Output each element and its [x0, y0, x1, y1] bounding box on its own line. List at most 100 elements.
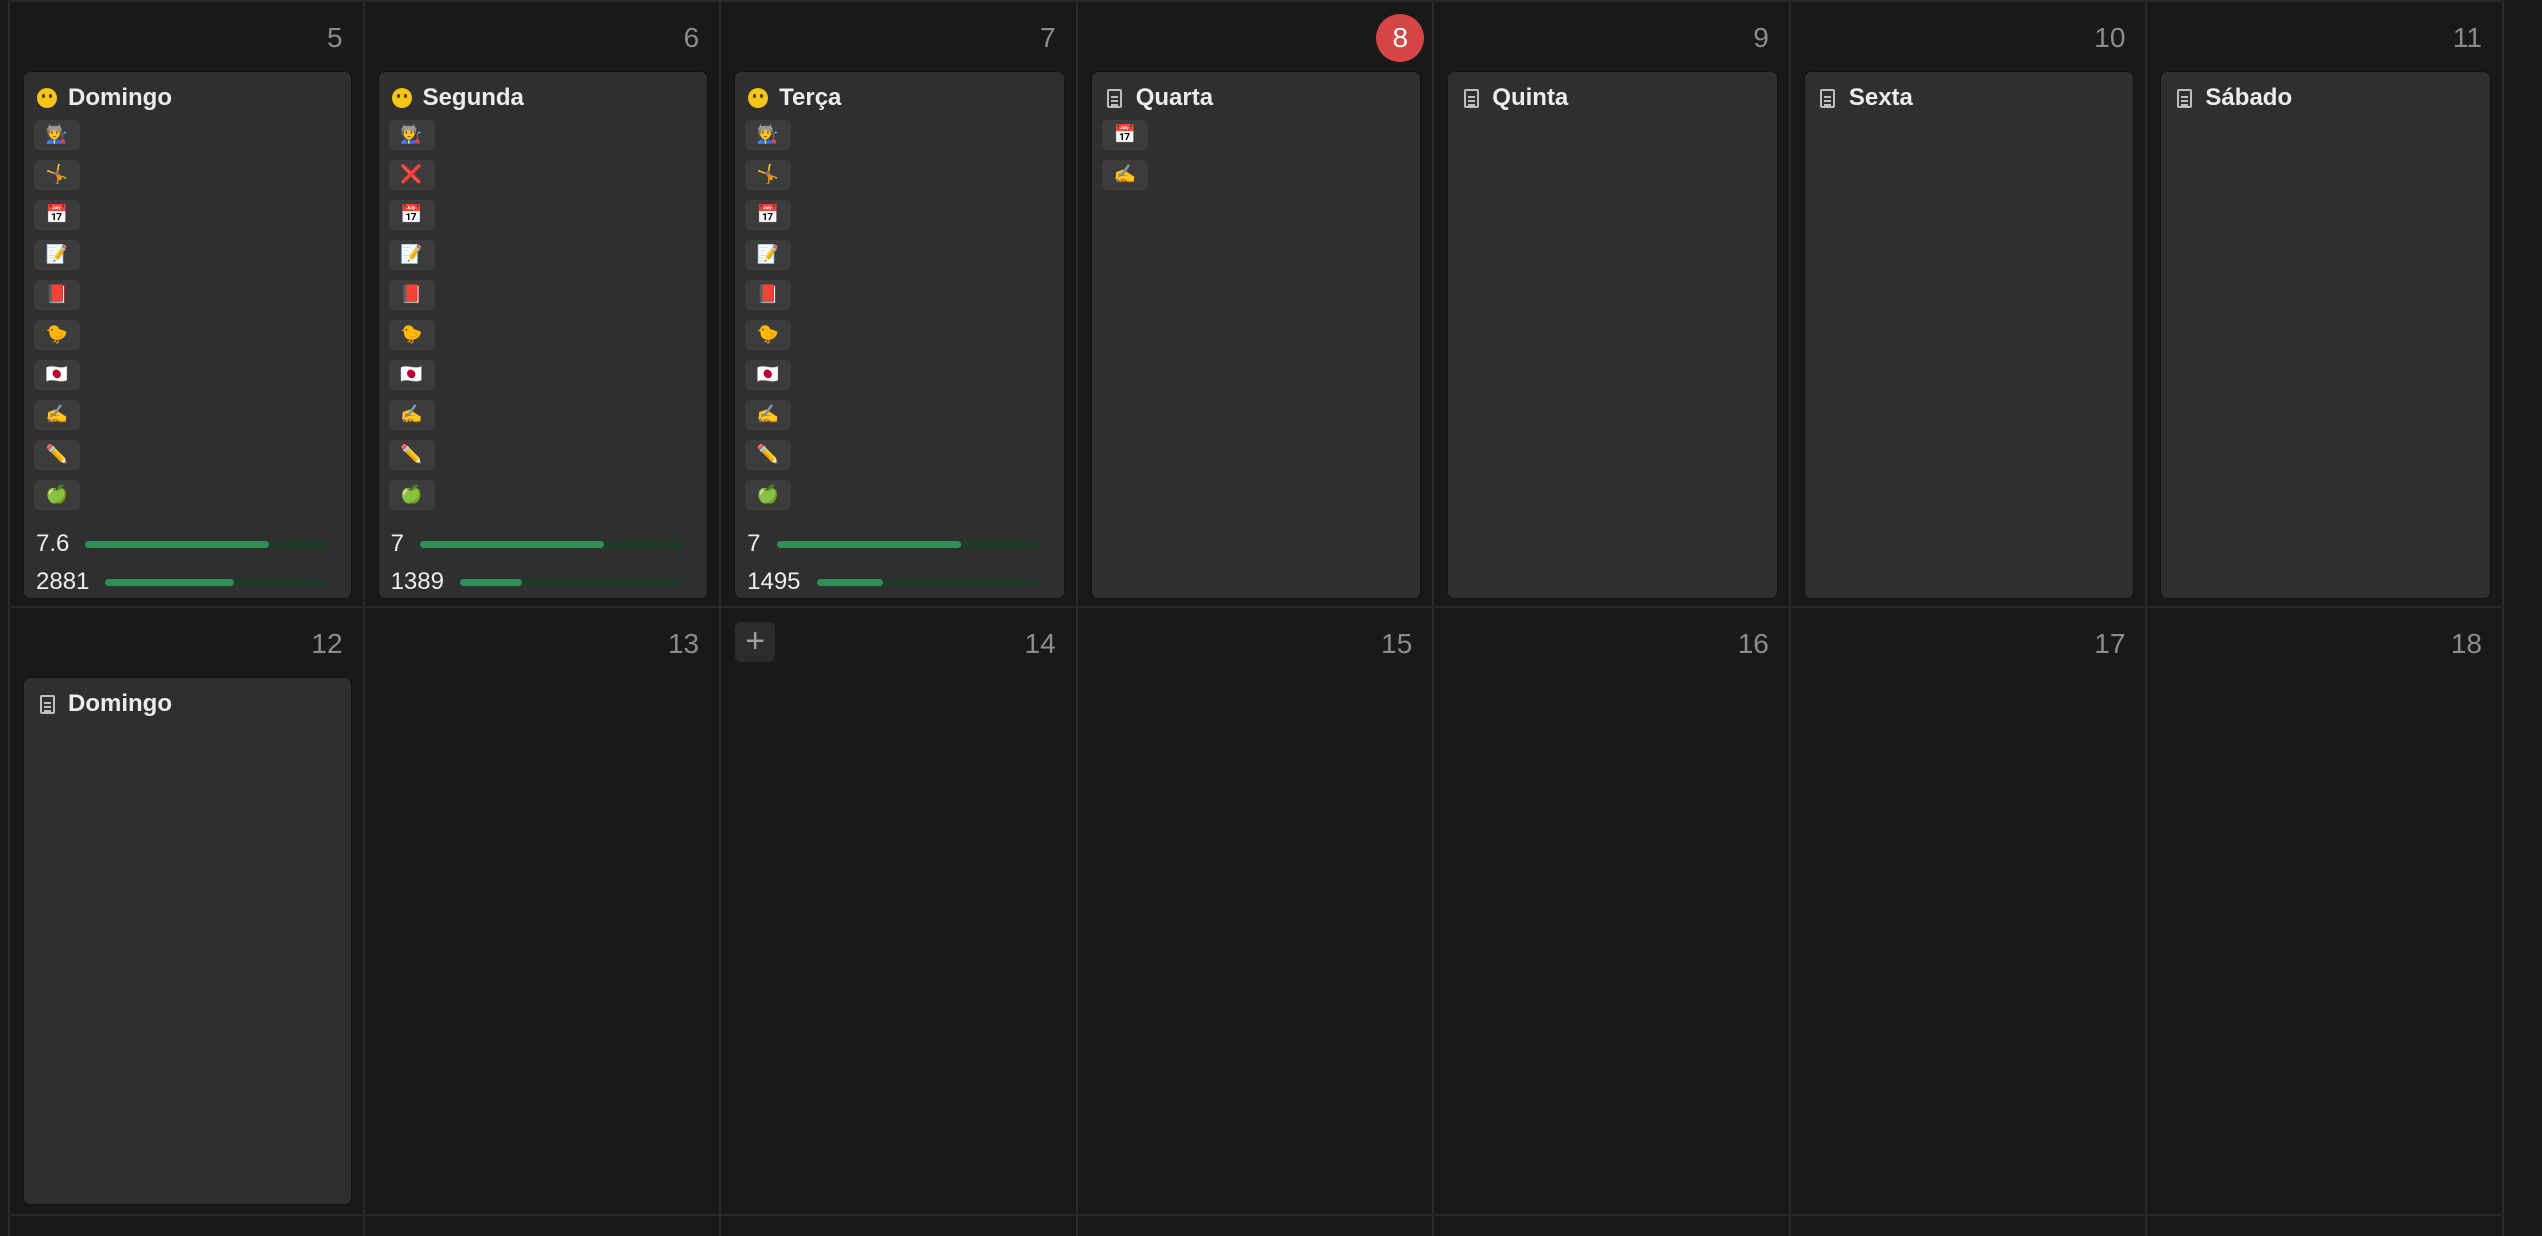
property-tag: ✍️ [1101, 160, 1148, 190]
card-title-text: Segunda [422, 84, 524, 111]
card-title[interactable]: Quarta [1092, 72, 1421, 114]
card-title[interactable]: Domingo [24, 678, 351, 720]
day-number: 17 [2094, 628, 2126, 659]
card-title[interactable]: Sexta [1805, 72, 2134, 114]
tag-list: 🧑‍🏭 ❌ 📅 📝 📕 🐤 🇯🇵 ✍️ ✏️ 🍏 [379, 114, 708, 510]
day-cell[interactable]: 17 [1790, 608, 2148, 1216]
day-cell[interactable] [1434, 1216, 1791, 1236]
day-cell[interactable]: 8 Quarta 📅 ✍️ [1077, 0, 1435, 608]
metric-value: 2881 [36, 568, 90, 595]
property-tag: 🧑‍🏭 [388, 120, 435, 150]
day-number: 5 [326, 22, 343, 53]
day-cell[interactable] [8, 1216, 365, 1236]
property-tag: 🇯🇵 [34, 360, 80, 390]
property-tag: 📕 [388, 280, 435, 310]
calendar-page-card[interactable]: Sexta [1804, 72, 2134, 598]
card-title[interactable]: Domingo [24, 72, 351, 114]
day-number: 10 [2094, 22, 2126, 53]
property-tag: 🤸 [745, 160, 792, 190]
calendar-page-card[interactable]: Terça 🧑‍🏭 🤸 📅 📝 📕 🐤 🇯🇵 ✍️ ✏️ 🍏 7 1495 [735, 72, 1064, 598]
day-cell[interactable]: 10 Sexta [1790, 0, 2148, 608]
property-tag: 🤸 [34, 160, 80, 190]
card-title-text: Domingo [68, 84, 172, 111]
metric-value: 1495 [747, 568, 801, 595]
card-title-text: Domingo [68, 690, 172, 717]
day-cell[interactable] [721, 1216, 1078, 1236]
progress-bar [419, 540, 684, 548]
card-title[interactable]: Segunda [379, 72, 708, 114]
card-title[interactable]: Terça [735, 72, 1064, 114]
calendar-page-card[interactable]: Domingo 🧑‍🏭 🤸 📅 📝 📕 🐤 🇯🇵 ✍️ ✏️ 🍏 7.6 2881 [24, 72, 351, 598]
card-title[interactable]: Quinta [1448, 72, 1777, 114]
day-cell[interactable]: 6 Segunda 🧑‍🏭 ❌ 📅 📝 📕 🐤 🇯🇵 ✍️ ✏️ 🍏 7 1389 [364, 0, 722, 608]
property-tag: 🇯🇵 [745, 360, 792, 390]
face-icon [391, 87, 413, 109]
day-cell[interactable]: 18 [2147, 608, 2504, 1216]
property-tag: 🇯🇵 [388, 360, 435, 390]
property-tag: 📅 [745, 200, 792, 230]
day-cell[interactable]: 16 [1434, 608, 1791, 1216]
property-tag: 📕 [745, 280, 792, 310]
today-date-badge: 8 [1376, 14, 1425, 62]
property-tag: ✏️ [745, 440, 792, 470]
document-icon [1460, 87, 1482, 109]
day-cell[interactable] [365, 1216, 722, 1236]
property-tag: ❌ [388, 160, 435, 190]
property-tag: 📝 [745, 240, 792, 270]
property-tag: 🧑‍🏭 [745, 120, 792, 150]
property-tag: 📝 [388, 240, 435, 270]
calendar-page-card[interactable]: Domingo [24, 678, 351, 1204]
card-title-text: Terça [779, 84, 842, 111]
progress-bar-fill [85, 540, 269, 548]
property-tag: 📅 [34, 200, 80, 230]
property-tag: ✏️ [388, 440, 435, 470]
metric-progress-row: 7 [391, 530, 698, 558]
tag-list: 🧑‍🏭 🤸 📅 📝 📕 🐤 🇯🇵 ✍️ ✏️ 🍏 [735, 114, 1064, 510]
document-icon [1817, 87, 1839, 109]
day-cell[interactable] [1791, 1216, 2148, 1236]
card-title-text: Quinta [1492, 84, 1569, 111]
property-tag: 🐤 [388, 320, 435, 350]
property-tag: 📅 [1101, 120, 1148, 150]
progress-bar [85, 540, 327, 548]
property-tag: 🐤 [745, 320, 792, 350]
progress-bar [459, 578, 684, 586]
day-cell[interactable]: 13 [364, 608, 722, 1216]
property-tag: 🍏 [745, 480, 792, 510]
day-cell[interactable]: 7 Terça 🧑‍🏭 🤸 📅 📝 📕 🐤 🇯🇵 ✍️ ✏️ 🍏 7 1495 [721, 0, 1078, 608]
day-number: 6 [683, 22, 700, 53]
calendar-page-card[interactable]: Sábado [2161, 72, 2490, 598]
face-icon [36, 87, 58, 109]
day-cell[interactable]: 9 Quinta [1434, 0, 1791, 608]
day-cell[interactable]: 14 + [721, 608, 1078, 1216]
metric-progress-row: 2881 [36, 568, 341, 596]
day-number: 15 [1381, 628, 1413, 659]
property-tag: 📕 [34, 280, 80, 310]
metric-progress-row: 1495 [747, 568, 1054, 596]
tag-list: 🧑‍🏭 🤸 📅 📝 📕 🐤 🇯🇵 ✍️ ✏️ 🍏 [24, 114, 351, 510]
calendar-page-card[interactable]: Quarta 📅 ✍️ [1091, 72, 1421, 598]
metric-progress-row: 7 [747, 530, 1054, 558]
day-number: 13 [667, 628, 700, 659]
progress-bar-fill [776, 540, 961, 548]
property-tag: 📝 [34, 240, 80, 270]
day-cell[interactable]: 15 [1077, 608, 1435, 1216]
property-tag: 🧑‍🏭 [34, 120, 80, 150]
calendar-page-card[interactable]: Segunda 🧑‍🏭 ❌ 📅 📝 📕 🐤 🇯🇵 ✍️ ✏️ 🍏 7 1389 [378, 72, 708, 598]
card-title[interactable]: Sábado [2161, 72, 2490, 114]
metric-value: 7 [747, 530, 761, 557]
day-cell[interactable] [2147, 1216, 2504, 1236]
progress-bar-fill [816, 578, 884, 586]
metric-value: 7 [390, 530, 404, 557]
add-page-button[interactable]: + [735, 622, 776, 662]
day-cell[interactable]: 5 Domingo 🧑‍🏭 🤸 📅 📝 📕 🐤 🇯🇵 ✍️ ✏️ 🍏 7.6 2881 [8, 0, 365, 608]
progress-bar [776, 540, 1040, 548]
day-cell[interactable]: 11 Sábado [2147, 0, 2504, 608]
property-tag: ✍️ [388, 400, 435, 430]
calendar-page-card[interactable]: Quinta [1448, 72, 1777, 598]
property-tag: ✍️ [745, 400, 792, 430]
day-cell[interactable] [1078, 1216, 1435, 1236]
day-cell[interactable]: 12 Domingo [8, 608, 365, 1216]
face-icon [747, 87, 769, 109]
property-tag: 🍏 [34, 480, 80, 510]
